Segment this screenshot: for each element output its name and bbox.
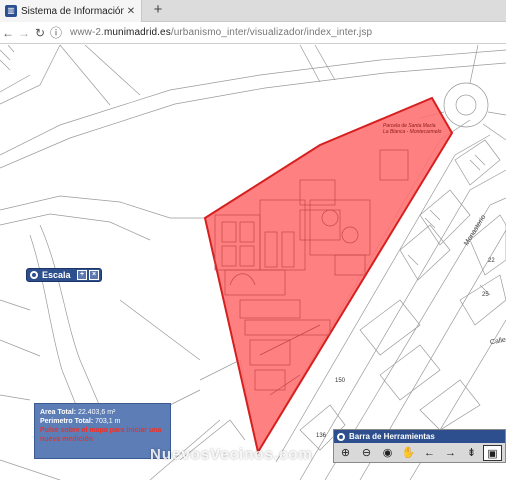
perimeter-value: 703,1 m: [95, 418, 121, 425]
municipal-logo-icon: ▥: [5, 5, 17, 17]
browser-tab-bar: ▥ Sistema de Información G… ✕ +: [0, 0, 506, 22]
arrow-left-icon[interactable]: ←: [420, 445, 439, 461]
perimeter-label: Perimetro Total:: [40, 418, 94, 425]
scale-panel[interactable]: Escala + ×: [26, 268, 102, 282]
house-number: 136: [316, 433, 327, 439]
reload-icon[interactable]: ↻: [32, 26, 48, 40]
forward-icon[interactable]: →: [16, 26, 32, 40]
globe-icon[interactable]: ◉: [378, 445, 397, 461]
zoom-in-icon[interactable]: ⊕: [336, 445, 355, 461]
info-icon[interactable]: ⓘ: [48, 24, 64, 41]
tab-title: Sistema de Información G…: [21, 5, 124, 17]
close-tab-icon[interactable]: ✕: [124, 6, 138, 17]
new-tab-button[interactable]: +: [150, 2, 166, 18]
house-number: 22: [488, 258, 495, 264]
scale-radio-icon[interactable]: [30, 271, 38, 279]
house-number: 150: [335, 378, 346, 384]
tools-toolbar: Barra de Herramientas ⊕ ⊖ ◉ ✋ ← → ⇟ ▣: [333, 429, 506, 463]
ruler-icon[interactable]: ⇟: [462, 445, 481, 461]
toolbar-radio-icon[interactable]: [337, 432, 345, 441]
zoom-out-icon[interactable]: ⊖: [357, 445, 376, 461]
overview-icon[interactable]: ▣: [483, 445, 502, 461]
back-icon[interactable]: ←: [0, 26, 16, 40]
measure-hint: Pulse sobre el mapa para iniciar una nue…: [40, 427, 162, 443]
scale-close-button[interactable]: ×: [89, 270, 99, 280]
url-field[interactable]: www-2.munimadrid.es/urbanismo_inter/visu…: [70, 27, 372, 38]
watermark: NuevosVecinos.com: [150, 446, 313, 463]
arrow-right-icon[interactable]: →: [441, 445, 460, 461]
house-number: 25: [482, 292, 489, 298]
toolbar-title: Barra de Herramientas: [349, 432, 435, 441]
toolbar-header[interactable]: Barra de Herramientas: [334, 430, 505, 443]
parcel-label: Parcela de Santa María La Blanca - Monte…: [383, 123, 442, 135]
area-value: 22.403,6 m²: [78, 409, 116, 416]
scale-title: Escala: [42, 270, 71, 280]
hand-pan-icon[interactable]: ✋: [399, 445, 418, 461]
area-label: Area Total:: [40, 409, 77, 416]
scale-expand-button[interactable]: +: [77, 270, 87, 280]
address-bar: ← → ↻ ⓘ www-2.munimadrid.es/urbanismo_in…: [0, 22, 506, 44]
browser-tab[interactable]: ▥ Sistema de Información G… ✕: [0, 0, 142, 22]
